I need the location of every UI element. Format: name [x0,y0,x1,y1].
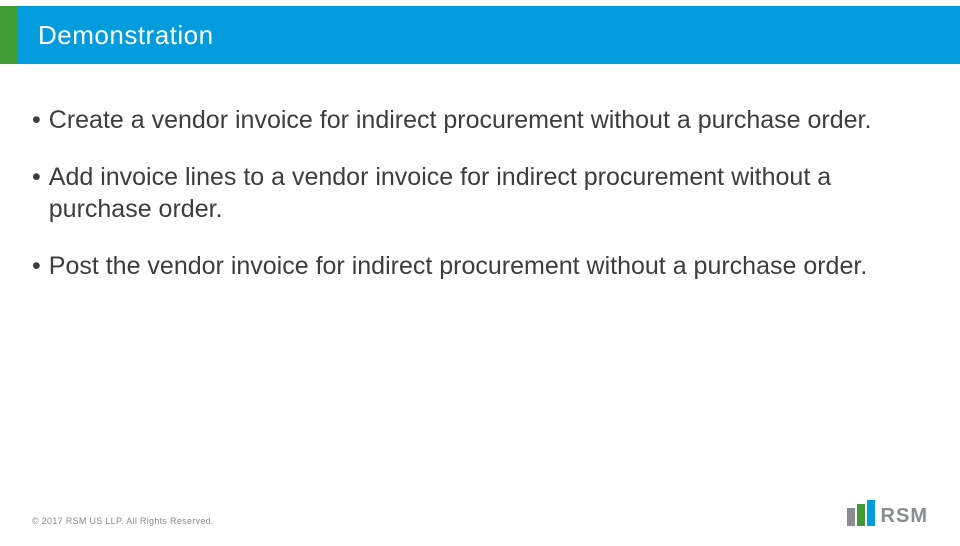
list-item: • Post the vendor invoice for indirect p… [32,250,928,283]
bullet-icon: • [32,104,41,137]
copyright-text: © 2017 RSM US LLP. All Rights Reserved. [32,516,214,526]
bullet-text: Add invoice lines to a vendor invoice fo… [49,161,928,226]
bullet-icon: • [32,250,41,283]
logo-bar-blue [867,500,875,526]
logo-text: RSM [881,506,928,526]
list-item: • Create a vendor invoice for indirect p… [32,104,928,137]
bullet-icon: • [32,161,41,194]
list-item: • Add invoice lines to a vendor invoice … [32,161,928,226]
logo-bar-green [857,504,865,526]
logo-bars-icon [847,500,875,526]
brand-logo: RSM [847,500,928,526]
slide-footer: © 2017 RSM US LLP. All Rights Reserved. … [32,500,928,526]
bullet-text: Create a vendor invoice for indirect pro… [49,104,928,137]
header-titlebar: Demonstration [18,6,960,64]
bullet-text: Post the vendor invoice for indirect pro… [49,250,928,283]
slide-header: Demonstration [0,6,960,64]
slide-title: Demonstration [38,20,214,51]
slide: Demonstration • Create a vendor invoice … [0,6,960,546]
slide-body: • Create a vendor invoice for indirect p… [0,64,960,282]
logo-bar-grey [847,508,855,526]
header-accent-bar [0,6,18,64]
